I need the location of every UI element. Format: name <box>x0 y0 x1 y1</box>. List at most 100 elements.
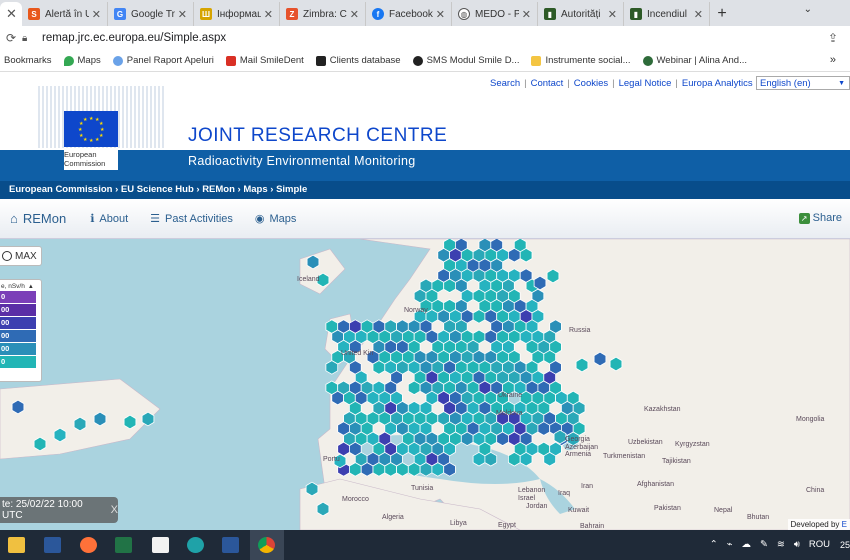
new-tab-button[interactable]: + <box>710 2 734 26</box>
excel-icon[interactable] <box>115 537 132 553</box>
monitoring-cell[interactable] <box>533 275 547 291</box>
monitoring-cell[interactable] <box>372 360 386 375</box>
browser-tab[interactable]: ▮ Autorități ✕ <box>538 2 624 26</box>
url-field[interactable]: remap.jrc.ec.europa.eu/Simple.aspx <box>42 32 226 44</box>
monitoring-cell[interactable] <box>305 481 319 497</box>
monitoring-cell[interactable] <box>123 414 137 430</box>
monitoring-cell[interactable] <box>443 462 456 477</box>
bookmark-mail-smiledent[interactable]: Mail SmileDent <box>225 55 304 66</box>
firefox-icon[interactable] <box>80 537 97 553</box>
monitoring-cell[interactable] <box>507 451 521 467</box>
monitoring-cell[interactable] <box>443 278 456 294</box>
clock[interactable]: 25 <box>840 540 850 550</box>
contact-link[interactable]: Contact <box>531 78 564 89</box>
bookmark-clients-database[interactable]: Clients database <box>315 55 401 66</box>
chevron-up-icon[interactable]: ⌃ <box>710 539 718 550</box>
monitoring-cell[interactable] <box>593 351 607 367</box>
bookmark-panel-raport[interactable]: Panel Raport Apeluri <box>112 55 214 66</box>
monitoring-cell[interactable] <box>141 411 155 427</box>
monitoring-cell[interactable] <box>33 436 47 452</box>
max-toggle[interactable]: MAX <box>0 246 42 266</box>
monitoring-cell[interactable] <box>331 390 345 406</box>
monitoring-cell[interactable] <box>546 268 560 284</box>
tab-search-chevron-icon[interactable]: ⌄ <box>804 4 812 15</box>
language-select[interactable]: English (en) ▼ <box>756 76 850 90</box>
legend-title[interactable]: e, nSv/h ▲ <box>0 283 41 290</box>
word-icon[interactable] <box>44 537 61 553</box>
close-icon[interactable]: ✕ <box>178 8 187 21</box>
share-page-icon[interactable]: ⇪ <box>828 31 838 45</box>
search-link[interactable]: Search <box>490 78 520 89</box>
bookmark-webinar[interactable]: Webinar | Alina And... <box>642 55 747 66</box>
chrome-icon[interactable] <box>258 537 275 553</box>
monitoring-cell[interactable] <box>348 462 362 477</box>
cloud-icon[interactable]: ☁ <box>741 539 751 550</box>
input-language[interactable]: ROU <box>809 539 830 550</box>
close-icon[interactable]: ✕ <box>350 8 359 21</box>
legal-notice-link[interactable]: Legal Notice <box>619 78 672 89</box>
monitoring-cell[interactable] <box>93 411 107 427</box>
close-icon[interactable]: ✕ <box>92 8 101 21</box>
browser-tab[interactable]: ◍ MEDO - Pr ✕ <box>452 2 538 26</box>
nav-home[interactable]: ⌂ REMon <box>10 211 66 226</box>
lock-icon[interactable]: 🔒︎ <box>22 33 36 44</box>
browser-tab[interactable]: f Facebook ✕ <box>366 2 452 26</box>
pen-icon[interactable]: ✎ <box>760 539 768 550</box>
monitoring-cell[interactable] <box>496 431 509 447</box>
monitoring-cell[interactable] <box>472 451 486 467</box>
nav-maps[interactable]: ◉ Maps <box>255 212 297 226</box>
monitoring-cell[interactable] <box>384 462 398 477</box>
volume-icon[interactable]: 🔊︎ <box>794 539 800 550</box>
monitoring-cell[interactable] <box>537 421 551 436</box>
monitoring-cell[interactable] <box>543 451 556 467</box>
close-icon[interactable]: ✕ <box>264 8 273 21</box>
monitoring-cell[interactable] <box>325 360 339 375</box>
bookmark-folder-bookmarks[interactable]: Bookmarks <box>4 55 52 66</box>
monitoring-cell[interactable] <box>419 462 433 477</box>
monitoring-cell[interactable] <box>73 416 87 432</box>
bookmarks-more-button[interactable]: » <box>830 54 836 66</box>
reload-icon[interactable]: ⟳ <box>6 31 18 45</box>
monitoring-cell[interactable] <box>316 501 330 517</box>
monitoring-cell[interactable] <box>337 441 350 457</box>
edge-icon[interactable] <box>187 537 204 553</box>
monitoring-cell[interactable] <box>609 356 623 372</box>
document-icon[interactable] <box>152 537 169 553</box>
bookmark-sms-modul[interactable]: SMS Modul Smile D... <box>412 55 519 66</box>
nav-past-activities[interactable]: ☰ Past Activities <box>150 212 233 226</box>
eu-flag-logo[interactable]: ★ ★ ★ ★ ★ ★ ★ ★ ★ ★ ★ ★ <box>64 111 118 147</box>
europa-analytics-link[interactable]: Europa Analytics <box>682 78 753 89</box>
monitoring-cell[interactable] <box>472 309 486 324</box>
close-icon[interactable]: ✕ <box>694 8 703 21</box>
monitoring-cell[interactable] <box>360 462 374 477</box>
file-explorer-icon[interactable] <box>8 537 25 553</box>
breadcrumb[interactable]: European Commission › EU Science Hub › R… <box>0 181 850 199</box>
share-button[interactable]: ↗ Share <box>798 212 842 224</box>
browser-tab[interactable]: G Google Tra ✕ <box>108 2 194 26</box>
cookies-link[interactable]: Cookies <box>574 78 608 89</box>
monitoring-cell[interactable] <box>431 462 445 477</box>
radiation-map[interactable]: Iceland Norway United Kin Russia Ukraine… <box>0 239 850 530</box>
monitoring-cell[interactable] <box>53 427 67 443</box>
browser-tab[interactable]: S Alertă în U ✕ <box>22 2 108 26</box>
monitoring-cell[interactable] <box>11 399 25 415</box>
monitoring-cell[interactable] <box>575 357 589 373</box>
monitoring-cell[interactable] <box>460 431 474 447</box>
monitoring-cell[interactable] <box>396 462 409 477</box>
bookmark-instrumente[interactable]: Instrumente social... <box>531 55 631 66</box>
close-icon[interactable]: ✕ <box>522 8 531 21</box>
close-icon[interactable]: ✕ <box>6 6 17 22</box>
wifi-icon[interactable]: ≋ <box>777 539 785 550</box>
close-icon[interactable]: ✕ <box>436 8 445 21</box>
browser-tab[interactable]: Ш Інформаці ✕ <box>194 2 280 26</box>
monitoring-cell[interactable] <box>484 451 498 467</box>
bookmark-maps[interactable]: Maps <box>63 55 101 66</box>
nav-about[interactable]: ℹ About <box>90 212 128 226</box>
browser-tab[interactable]: Z Zimbra: Co ✕ <box>280 2 366 26</box>
tab-close-current[interactable]: ✕ <box>0 2 22 26</box>
monitoring-cell[interactable] <box>519 451 533 467</box>
monitoring-cell[interactable] <box>407 380 421 396</box>
close-icon[interactable]: ✕ <box>608 8 617 21</box>
monitoring-cell[interactable] <box>407 462 421 477</box>
monitoring-cell[interactable] <box>519 247 533 263</box>
